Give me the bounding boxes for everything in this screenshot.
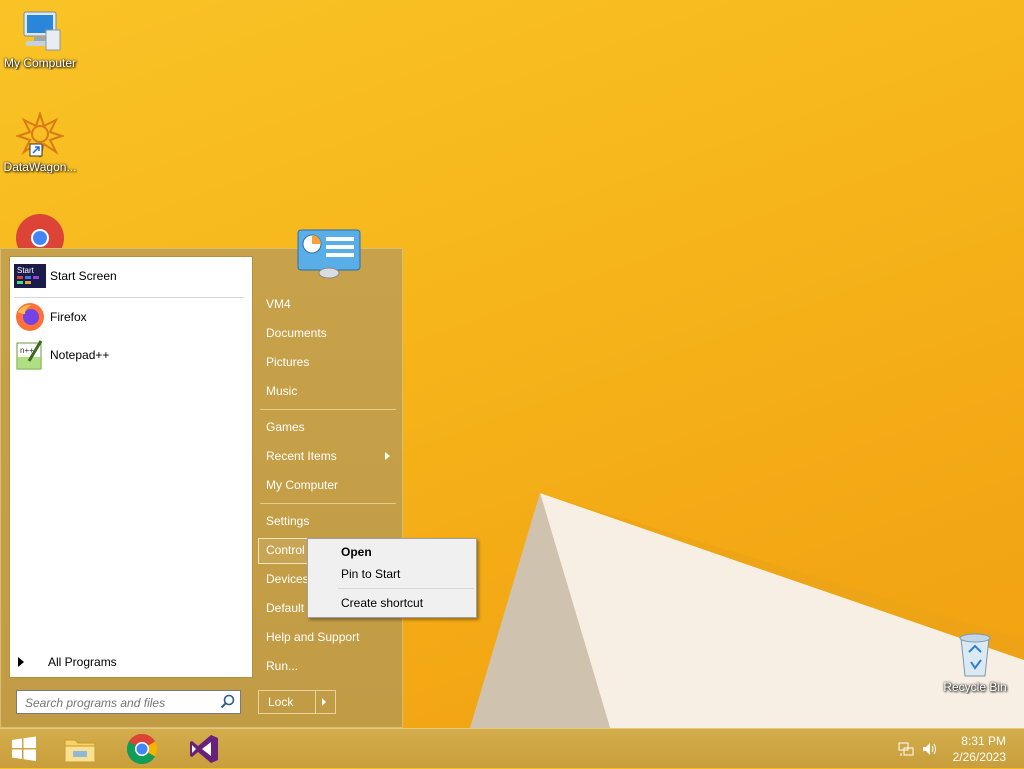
taskbar-visual-studio[interactable] xyxy=(180,729,228,769)
windows-start-icon xyxy=(12,736,36,761)
lock-button[interactable]: Lock xyxy=(258,690,336,714)
context-menu-open[interactable]: Open xyxy=(341,545,372,559)
control-panel-preview-icon xyxy=(297,229,361,279)
start-button[interactable] xyxy=(0,729,48,769)
computer-icon xyxy=(23,11,61,51)
taskbar: 8:31 PM 2/26/2023 xyxy=(0,728,1024,768)
start-right-item-music[interactable]: Music xyxy=(266,384,297,398)
volume-icon[interactable] xyxy=(922,741,938,757)
start-right-item-documents[interactable]: Documents xyxy=(266,326,327,340)
start-right-item-default[interactable]: Default xyxy=(266,601,304,615)
divider xyxy=(260,503,396,504)
taskbar-chrome[interactable] xyxy=(118,729,166,769)
chrome-icon xyxy=(126,733,158,765)
desktop-icon-my-computer[interactable]: My Computer xyxy=(0,10,80,70)
context-menu-create-shortcut[interactable]: Create shortcut xyxy=(341,596,423,610)
start-item-label: Firefox xyxy=(50,310,87,324)
start-right-item-devices[interactable]: Devices xyxy=(266,572,309,586)
start-right-item-pictures[interactable]: Pictures xyxy=(266,355,309,369)
triangle-right-icon xyxy=(18,657,24,667)
taskbar-clock[interactable]: 8:31 PM 2/26/2023 xyxy=(953,733,1006,765)
desktop-icon-recycle-bin[interactable]: Recycle Bin xyxy=(935,630,1015,694)
start-item-firefox[interactable]: Firefox xyxy=(14,300,87,334)
clock-date: 2/26/2023 xyxy=(952,750,1006,764)
start-screen-icon: Start xyxy=(14,260,46,292)
start-item-label: Start Screen xyxy=(50,269,117,283)
clock-time: 8:31 PM xyxy=(961,734,1006,748)
desktop-icon-label: Recycle Bin xyxy=(943,680,1007,694)
lock-label: Lock xyxy=(268,695,294,709)
desktop-icon-chrome[interactable] xyxy=(0,214,80,250)
divider xyxy=(260,409,396,410)
datawagon-icon xyxy=(16,112,64,158)
start-right-item-recent-items[interactable]: Recent Items xyxy=(266,449,337,463)
firefox-icon xyxy=(14,301,46,333)
chrome-icon xyxy=(16,214,64,250)
start-right-item-my-computer[interactable]: My Computer xyxy=(266,478,338,492)
taskbar-file-explorer[interactable] xyxy=(56,729,104,769)
divider xyxy=(315,691,316,713)
start-right-item-vm4[interactable]: VM4 xyxy=(266,297,291,311)
chevron-right-icon xyxy=(385,452,390,460)
search-box[interactable] xyxy=(16,690,241,714)
context-menu: Open Pin to Start Create shortcut xyxy=(307,538,477,618)
all-programs-button[interactable]: All Programs xyxy=(18,655,117,669)
start-item-notepad-plus-plus[interactable]: n++ Notepad++ xyxy=(14,338,109,372)
desktop-icon-label: DataWagon... xyxy=(3,160,77,174)
start-item-start-screen[interactable]: Start Start Screen xyxy=(14,259,117,293)
desktop-icon-label: My Computer xyxy=(3,56,77,70)
network-icon[interactable] xyxy=(898,741,914,757)
start-right-item-help-and-support[interactable]: Help and Support xyxy=(266,630,359,644)
start-right-item-settings[interactable]: Settings xyxy=(266,514,309,528)
search-input[interactable] xyxy=(23,692,217,714)
divider xyxy=(14,297,244,298)
desktop-icon-datawagon[interactable]: DataWagon... xyxy=(0,112,80,174)
context-menu-pin-to-start[interactable]: Pin to Start xyxy=(341,567,400,581)
chevron-right-icon[interactable] xyxy=(322,698,326,706)
file-explorer-icon xyxy=(64,739,96,763)
all-programs-label: All Programs xyxy=(48,655,117,669)
visual-studio-icon xyxy=(190,735,218,763)
start-right-item-control-panel[interactable]: Control xyxy=(266,543,305,557)
start-item-label: Notepad++ xyxy=(50,348,110,362)
search-icon[interactable] xyxy=(220,694,236,710)
notepad-plus-plus-icon: n++ xyxy=(14,339,46,371)
recycle-bin-icon xyxy=(959,633,991,677)
start-right-item-run[interactable]: Run... xyxy=(266,659,298,673)
start-right-item-games[interactable]: Games xyxy=(266,420,305,434)
svg-text:Start: Start xyxy=(17,266,35,275)
svg-text:n++: n++ xyxy=(20,346,34,355)
divider xyxy=(338,588,474,589)
